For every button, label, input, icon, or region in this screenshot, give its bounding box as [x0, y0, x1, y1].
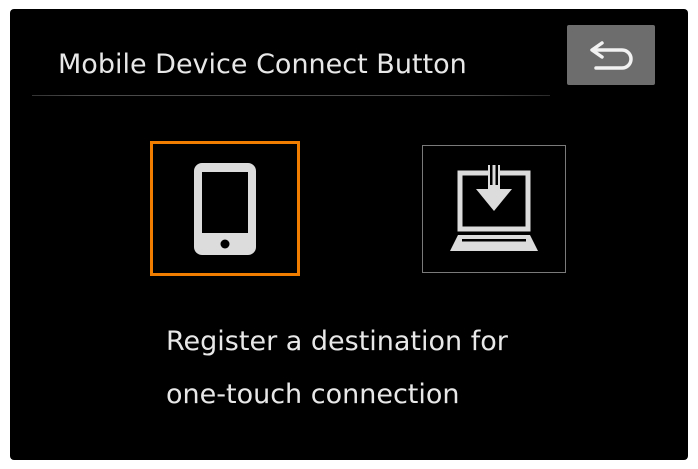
return-arrow-icon: [590, 41, 633, 70]
smartphone-option[interactable]: [150, 141, 300, 276]
camera-screen: Mobile Device Connect Button Register a …: [10, 9, 688, 460]
smartphone-icon: [194, 162, 256, 255]
computer-option[interactable]: [422, 145, 566, 273]
description-text: Register a destination for one-touch con…: [166, 315, 508, 421]
description-line-1: Register a destination for: [166, 326, 508, 357]
header-divider: [32, 95, 550, 96]
description-line-2: one-touch connection: [166, 379, 460, 410]
back-button[interactable]: [567, 25, 655, 85]
page-title: Mobile Device Connect Button: [58, 49, 467, 80]
computer-download-icon: [450, 165, 538, 251]
